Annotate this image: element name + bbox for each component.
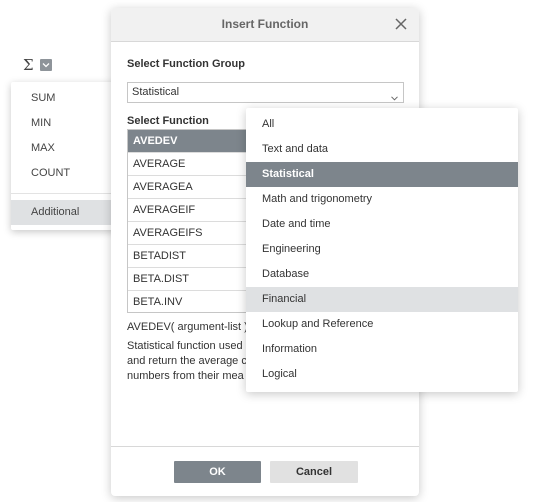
dialog-header: Insert Function	[111, 8, 419, 42]
close-icon[interactable]	[393, 16, 409, 32]
menu-item-count[interactable]: COUNT	[11, 161, 119, 186]
group-option-database[interactable]: Database	[246, 262, 518, 287]
group-option-financial[interactable]: Financial	[246, 287, 518, 312]
group-label: Select Function Group	[127, 58, 245, 70]
dialog-title: Insert Function	[221, 17, 309, 31]
autosum-menu: SUM MIN MAX COUNT Additional	[11, 82, 119, 230]
group-option-date-and-time[interactable]: Date and time	[246, 212, 518, 237]
group-option-logical[interactable]: Logical	[246, 362, 518, 387]
ok-button[interactable]: OK	[174, 461, 261, 483]
group-option-text-and-data[interactable]: Text and data	[246, 137, 518, 162]
autosum-button[interactable]: Σ	[13, 50, 63, 80]
sigma-icon: Σ	[23, 56, 34, 74]
function-group-dropdown: All Text and data Statistical Math and t…	[246, 108, 518, 392]
menu-item-sum[interactable]: SUM	[11, 86, 119, 111]
menu-item-min[interactable]: MIN	[11, 111, 119, 136]
group-option-all[interactable]: All	[246, 112, 518, 137]
menu-item-additional[interactable]: Additional	[11, 200, 119, 225]
group-option-information[interactable]: Information	[246, 337, 518, 362]
chevron-down-icon[interactable]	[39, 59, 52, 71]
function-label: Select Function	[127, 115, 209, 127]
footer-divider	[111, 446, 419, 447]
chevron-down-icon	[391, 90, 398, 104]
group-option-lookup-and-reference[interactable]: Lookup and Reference	[246, 312, 518, 337]
menu-divider	[11, 193, 119, 194]
menu-item-max[interactable]: MAX	[11, 136, 119, 161]
cancel-button[interactable]: Cancel	[270, 461, 358, 483]
function-syntax: AVEDEV( argument-list )	[127, 321, 248, 333]
group-option-engineering[interactable]: Engineering	[246, 237, 518, 262]
group-option-math-and-trigonometry[interactable]: Math and trigonometry	[246, 187, 518, 212]
function-group-value: Statistical	[132, 86, 180, 98]
function-group-select[interactable]: Statistical	[127, 82, 404, 103]
group-option-statistical[interactable]: Statistical	[246, 162, 518, 187]
